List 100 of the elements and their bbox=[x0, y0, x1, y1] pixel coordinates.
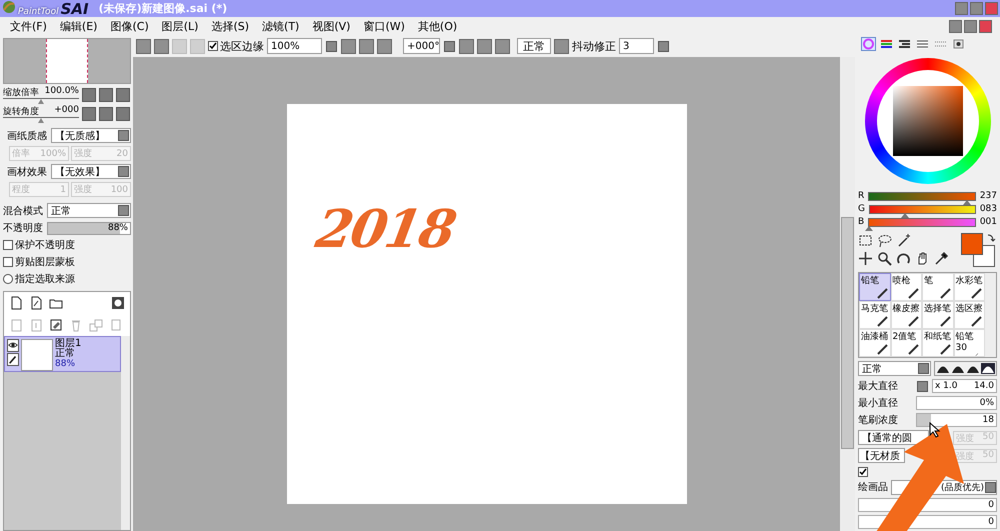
caret-icon bbox=[985, 482, 996, 493]
menu-item[interactable]: 其他(O) bbox=[416, 18, 468, 34]
brush-tool[interactable]: 选区擦 bbox=[954, 301, 985, 330]
menu-item[interactable]: 文件(F) bbox=[8, 18, 58, 34]
scratchpad-tab-icon[interactable] bbox=[951, 37, 966, 51]
brush-icon[interactable] bbox=[7, 353, 19, 366]
navigator-slider[interactable]: 缩放倍率 100.0% bbox=[3, 86, 79, 103]
radio-button[interactable] bbox=[3, 274, 13, 284]
menu-item[interactable]: 窗口(W) bbox=[361, 18, 416, 34]
lasso-icon[interactable] bbox=[877, 233, 892, 248]
reset-button[interactable] bbox=[116, 88, 130, 102]
layer-row[interactable]: 图层1 正常 88% bbox=[4, 336, 121, 372]
new-vector-layer-icon[interactable] bbox=[29, 296, 43, 310]
color-swatches[interactable] bbox=[961, 233, 997, 270]
eyedropper-icon[interactable] bbox=[934, 251, 949, 266]
menu-item[interactable]: 编辑(E) bbox=[58, 18, 108, 34]
density-slider[interactable]: 18 bbox=[916, 413, 997, 428]
rotate-right-button[interactable] bbox=[477, 38, 492, 54]
redo-button[interactable] bbox=[154, 38, 169, 54]
scrollbar[interactable] bbox=[121, 336, 130, 530]
slider-thumb[interactable] bbox=[38, 118, 44, 123]
blend-mode-dropdown[interactable]: 正常 bbox=[858, 361, 931, 376]
menu-item[interactable]: 图像(C) bbox=[108, 18, 160, 34]
dropdown[interactable]: 【无效果】 bbox=[51, 164, 131, 179]
eraser-layer-icon[interactable] bbox=[49, 318, 63, 332]
slider-thumb[interactable] bbox=[38, 99, 44, 104]
zoom-out-button[interactable] bbox=[82, 88, 96, 102]
zoom-in-button[interactable] bbox=[359, 38, 374, 54]
slider-value: 083 bbox=[980, 204, 997, 214]
number-field[interactable]: 0% bbox=[916, 396, 997, 410]
scrollbar-thumb[interactable] bbox=[841, 217, 854, 449]
brush-tool[interactable]: 和纸笔 bbox=[922, 329, 954, 358]
menu-item[interactable]: 视图(V) bbox=[310, 18, 362, 34]
mask-icon[interactable] bbox=[111, 296, 125, 310]
brush-tool[interactable]: 选择笔 bbox=[922, 301, 954, 330]
field-label: 笔刷浓度 bbox=[858, 414, 899, 428]
brush-tool[interactable]: 橡皮擦 bbox=[890, 301, 922, 330]
leaf-icon bbox=[2, 0, 16, 14]
stabilizer-dropdown[interactable]: 3 bbox=[619, 38, 654, 54]
slider-value: +000 bbox=[54, 105, 79, 117]
caret-icon bbox=[444, 40, 455, 52]
color-square[interactable] bbox=[892, 86, 962, 156]
rotate-left-button[interactable] bbox=[459, 38, 474, 54]
caret-icon bbox=[118, 205, 129, 216]
dropdown[interactable]: 正常 bbox=[47, 203, 131, 218]
zoom-icon[interactable] bbox=[877, 251, 892, 266]
magic-wand-icon[interactable] bbox=[896, 233, 911, 248]
checkbox[interactable] bbox=[208, 41, 218, 51]
rotation-dropdown[interactable]: +000° bbox=[403, 38, 440, 54]
maximize-button[interactable] bbox=[964, 20, 977, 32]
navigator-slider[interactable]: 旋转角度 +000 bbox=[3, 105, 79, 122]
caret-icon bbox=[118, 130, 129, 141]
hsv-slider-tab-icon[interactable] bbox=[897, 37, 912, 51]
slider-thumb[interactable] bbox=[865, 226, 874, 231]
menu-item[interactable]: 选择(S) bbox=[209, 18, 260, 34]
brush-tool[interactable]: 油漆桶 bbox=[859, 329, 890, 358]
rgb-slider-tab-icon[interactable] bbox=[879, 37, 894, 51]
rotate-left-button[interactable] bbox=[82, 106, 96, 120]
new-layer-icon[interactable] bbox=[9, 296, 23, 310]
reset-button[interactable] bbox=[377, 38, 392, 54]
dropdown[interactable]: 【通常的圆 bbox=[858, 430, 929, 446]
eye-icon[interactable] bbox=[7, 339, 19, 352]
dropdown[interactable]: 【无质感】 bbox=[51, 128, 131, 143]
menu-item[interactable]: 图层(L) bbox=[160, 18, 210, 34]
number-field[interactable]: x 1.0 14.0 bbox=[932, 379, 997, 394]
close-button[interactable] bbox=[979, 20, 992, 32]
toggle-button[interactable] bbox=[917, 380, 928, 392]
menu-item[interactable]: 滤镜(T) bbox=[260, 18, 310, 34]
move-icon[interactable] bbox=[858, 251, 873, 266]
reset-button[interactable] bbox=[495, 38, 510, 54]
checkbox[interactable] bbox=[3, 240, 13, 250]
minimize-button[interactable] bbox=[949, 20, 962, 32]
brush-tool[interactable]: 铅笔 bbox=[859, 273, 890, 302]
undo-button[interactable] bbox=[136, 38, 151, 54]
brush-tool[interactable]: 喷枪 bbox=[890, 273, 922, 302]
opacity-slider[interactable]: 88% bbox=[47, 222, 131, 234]
brush-tool[interactable]: 2值笔 bbox=[890, 329, 922, 358]
layer-thumbnail bbox=[21, 339, 53, 371]
rotate-right-button[interactable] bbox=[99, 106, 113, 120]
flip-button[interactable] bbox=[554, 38, 569, 54]
checkbox[interactable] bbox=[3, 257, 13, 267]
scrollbar[interactable] bbox=[985, 273, 996, 358]
layer-transfer-icon bbox=[89, 318, 103, 332]
brush-tool[interactable]: 水彩笔 bbox=[954, 273, 985, 302]
zoom-out-button[interactable] bbox=[341, 38, 356, 54]
blend-mode-button[interactable]: 正常 bbox=[517, 38, 551, 54]
zoom-in-button[interactable] bbox=[99, 88, 113, 102]
brush-tool[interactable]: 笔 bbox=[922, 273, 954, 302]
brush-tool[interactable]: 铅笔30 bbox=[954, 329, 985, 358]
checkbox[interactable] bbox=[858, 466, 868, 477]
reset-button[interactable] bbox=[116, 106, 130, 120]
selection-rect-icon[interactable] bbox=[858, 233, 873, 248]
brush-tool[interactable]: 马克笔 bbox=[859, 301, 890, 330]
color-wheel-tab-icon[interactable] bbox=[861, 37, 876, 51]
layer-mode: 正常 bbox=[55, 349, 76, 359]
dropdown[interactable]: 【无材质 bbox=[858, 448, 905, 464]
rotate-icon[interactable] bbox=[896, 251, 911, 266]
zoom-dropdown[interactable]: 100% bbox=[267, 38, 322, 54]
brush-shape-icon[interactable] bbox=[981, 363, 995, 374]
scrollbar[interactable] bbox=[840, 57, 855, 531]
